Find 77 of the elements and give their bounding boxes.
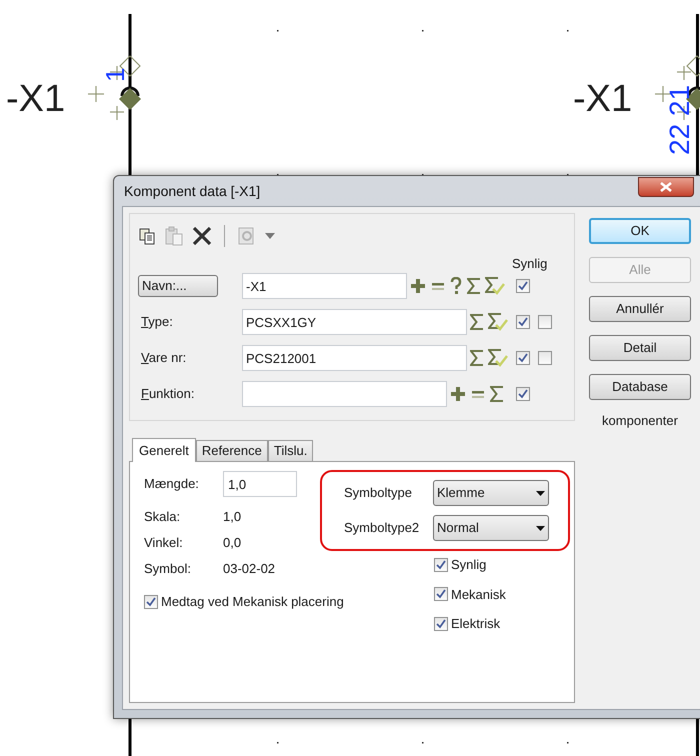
property-value: 1,0 [223,508,242,526]
field-label: Mængde: [144,475,200,494]
property-label: Vinkel: [144,534,184,552]
copy-icon[interactable] [138,227,156,245]
checkbox[interactable] [538,351,552,365]
delete-icon[interactable] [192,226,212,246]
checkbox[interactable] [516,351,530,365]
close-icon [660,182,672,192]
designation-label: -X1 [6,78,66,120]
checkmark-icon [436,560,446,570]
checkmark-icon [518,281,528,291]
tab[interactable]: Generelt [132,438,196,462]
dialog-button[interactable]: Annullér [589,296,691,322]
caret-icon[interactable] [265,233,275,239]
dropdown-label: Symboltype2 [344,519,420,538]
sigma-icon[interactable] [467,278,480,294]
checkbox[interactable] [538,315,552,329]
equals-icon[interactable] [431,280,445,292]
text-field[interactable]: PCSXX1GY [242,309,467,335]
checkbox[interactable] [516,387,530,401]
dialog-button[interactable]: Database [589,374,691,400]
caret-icon [536,526,545,530]
checkmark-icon [436,618,446,629]
plus-icon[interactable] [450,386,466,402]
checkbox[interactable] [516,315,530,329]
checkmark-icon [146,596,156,607]
checkbox-label: Mekanisk [451,586,506,604]
property-value: 0,0 [223,534,242,552]
dialog-button[interactable]: Detail [589,335,691,361]
pin-label: 1 [100,68,130,82]
sigma-icon[interactable] [490,386,503,402]
sigma-check-icon[interactable] [488,313,508,331]
text-field[interactable] [242,381,447,407]
text-field[interactable]: -X1 [242,273,407,299]
checkbox[interactable] [144,594,158,609]
checkbox[interactable] [516,279,530,293]
dropdown[interactable]: Normal [433,515,549,541]
sigma-icon[interactable] [470,350,483,366]
dropdown-label: Symboltype [344,484,413,502]
quantity-field[interactable]: 1,0 [223,471,297,497]
pin-label: 22 21 [664,84,695,155]
name-button[interactable]: Navn:... [138,275,218,297]
property-label: Skala: [144,508,182,526]
question-icon[interactable] [450,277,462,295]
terminal-symbol-drawing [654,55,700,120]
close-button[interactable] [638,177,694,197]
dropdown[interactable]: Klemme [433,480,549,506]
plus-icon[interactable] [410,278,426,294]
button-caption: komponenter [601,412,679,430]
caret-icon [536,490,545,496]
checkbox-label: Synlig [451,556,486,574]
dialog-button[interactable]: OK [589,218,691,244]
tab[interactable]: Tilslu. [268,440,314,461]
property-value: 03-02-02 [223,560,276,578]
field-label: Funktion: [140,386,194,402]
checkmark-icon [436,589,446,600]
terminal-symbol-drawing [88,55,141,120]
column-header: Synlig [512,255,548,270]
window-title: Komponent data [-X1] [124,182,262,201]
checkbox-label: Medtag ved Mekanisk placering [161,593,344,611]
field-label: Type: [140,314,173,330]
checkbox[interactable] [434,558,448,572]
checkmark-icon [518,353,528,363]
equals-icon[interactable] [471,388,485,400]
property-label: Symbol: [144,560,192,578]
tab[interactable]: Reference [196,440,268,461]
text-field[interactable]: PCS212001 [242,345,467,371]
checkmark-icon [518,317,528,327]
checkbox-label: Elektrisk [451,615,500,633]
designation-label: -X1 [573,78,632,120]
sigma-check-icon[interactable] [485,277,505,295]
field-label: Vare nr: [140,350,186,366]
checkbox[interactable] [434,616,448,631]
sigma-check-icon[interactable] [488,349,508,367]
checkbox[interactable] [434,587,448,602]
sigma-icon[interactable] [470,314,483,330]
checkmark-icon [518,389,528,399]
